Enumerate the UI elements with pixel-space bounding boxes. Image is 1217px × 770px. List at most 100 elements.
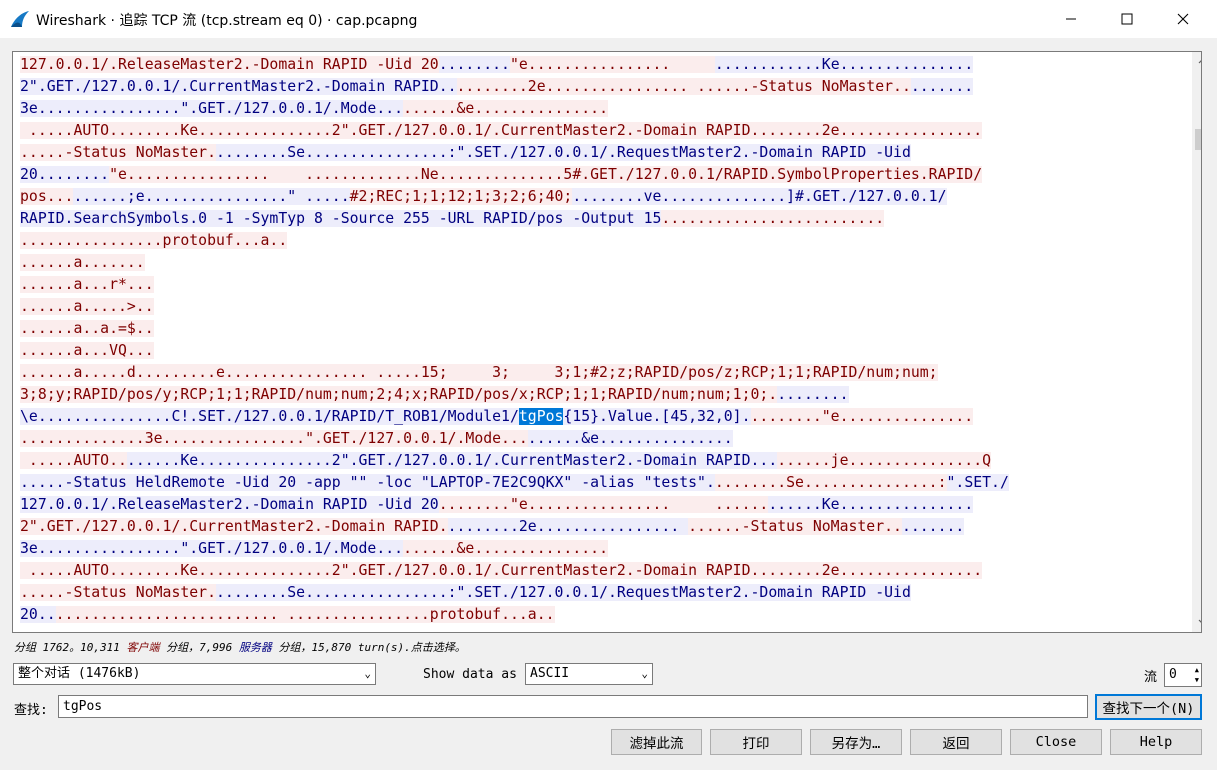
client-segment: .....-Status NoMaster. <box>20 584 216 601</box>
chevron-down-icon <box>1198 619 1201 624</box>
stream-line[interactable]: ......a...VQ... <box>20 340 1180 362</box>
find-label: 查找: <box>14 703 48 718</box>
stream-line[interactable]: 20........"e................ ...........… <box>20 164 1180 186</box>
client-segment: ........2e................ ......-Status… <box>456 78 911 95</box>
stream-line[interactable]: 2".GET./127.0.0.1/.CurrentMaster2.-Domai… <box>20 76 1180 98</box>
close-button[interactable]: Close <box>1010 729 1102 755</box>
client-segment: ......a.....d.........e................ … <box>20 364 938 381</box>
maximize-button[interactable] <box>1104 0 1150 38</box>
conversation-select[interactable]: 整个对话 (1476kB) ⌄ <box>13 663 376 685</box>
stream-line[interactable]: \e...............C!.SET./127.0.0.1/RAPID… <box>20 406 1180 428</box>
find-input[interactable]: tgPos <box>58 695 1088 718</box>
chevron-up-icon <box>1198 59 1201 64</box>
stream-line[interactable]: 20........................... ..........… <box>20 604 1180 626</box>
server-segment: ....... <box>901 518 965 535</box>
server-segment: ........Se................:".SET./127.0.… <box>216 144 911 161</box>
spin-up-icon[interactable]: ▲ <box>1195 666 1199 675</box>
stream-line[interactable]: 3e................".GET./127.0.0.1/.Mode… <box>20 98 1180 120</box>
minimize-button[interactable] <box>1048 0 1094 38</box>
client-segment: .....-Status NoMaster. <box>20 144 216 161</box>
scroll-thumb[interactable] <box>1195 129 1201 150</box>
show-data-select[interactable]: ASCII ⌄ <box>525 663 653 685</box>
stream-line[interactable]: RAPID.SearchSymbols.0 -1 -SymTyp 8 -Sour… <box>20 208 1180 230</box>
server-segment: {15}.Value.[45,32,0]. <box>563 408 751 425</box>
stream-line[interactable]: .....-Status NoMaster.........Se........… <box>20 582 1180 604</box>
server-segment: ......&e............... <box>527 430 733 447</box>
stream-number-value: 0 <box>1169 667 1177 682</box>
back-button[interactable]: 返回 <box>910 729 1002 755</box>
client-segment: "e................ <box>509 56 715 73</box>
client-segment: ........"e............... <box>750 408 974 425</box>
stream-number-label: 流 <box>1144 670 1158 685</box>
chevron-down-icon: ⌄ <box>641 667 648 680</box>
client-segment: ......a...VQ... <box>20 342 154 359</box>
stream-content-pane[interactable]: 127.0.0.1/.ReleaseMaster2.-Domain RAPID … <box>12 51 1202 633</box>
close-icon <box>1177 13 1189 25</box>
stream-line[interactable]: .....AUTO........Ke...............2".GET… <box>20 560 1180 582</box>
find-next-button[interactable]: 查找下一个(N) <box>1095 694 1202 720</box>
server-segment: 20.. <box>20 606 56 623</box>
status-mid: 分组，7,996 <box>159 641 239 654</box>
client-segment: "e................ .............Ne......… <box>109 166 983 183</box>
server-segment: ........2e................ <box>447 518 689 535</box>
client-segment: ......a....... <box>20 254 145 271</box>
stream-line[interactable]: ......a.....>.. <box>20 296 1180 318</box>
server-segment: ............Ke............... <box>714 56 974 73</box>
server-segment: ......;e................" ..... <box>73 188 350 205</box>
filter-out-stream-button[interactable]: 滤掉此流 <box>611 729 702 755</box>
client-segment: .....AUTO........Ke...............2".GET… <box>20 122 983 139</box>
stream-line[interactable]: ......a.....d.........e................ … <box>20 362 1180 384</box>
client-segment: 127.0.0.1/.ReleaseMaster2.-Domain RAPID … <box>20 56 439 73</box>
title-bar: Wireshark · 追踪 TCP 流 (tcp.stream eq 0) ·… <box>0 0 1217 38</box>
client-segment: ......................... ..............… <box>55 606 555 623</box>
stream-line[interactable]: .....-Status NoMaster.........Se........… <box>20 142 1180 164</box>
print-button[interactable]: 打印 <box>710 729 802 755</box>
stream-line[interactable]: .....AUTO........Ke...............2".GET… <box>20 120 1180 142</box>
stream-line[interactable]: ..............3e................".GET./1… <box>20 428 1180 450</box>
stream-line[interactable]: ......a....... <box>20 252 1180 274</box>
stream-line[interactable]: ......a...r*... <box>20 274 1180 296</box>
save-as-button[interactable]: 另存为… <box>810 729 902 755</box>
minimize-icon <box>1066 18 1076 20</box>
close-window-button[interactable] <box>1160 0 1206 38</box>
status-client-label: 客户端 <box>126 641 160 654</box>
scroll-down-button[interactable] <box>1192 613 1201 631</box>
server-segment: 20........ <box>20 166 110 183</box>
client-segment: ......&e............... <box>403 100 608 117</box>
client-segment: ......-Status NoMaster.. <box>688 518 902 535</box>
stream-number-spinbox[interactable]: 0 ▲ ▼ <box>1164 663 1202 687</box>
stream-line[interactable]: 2".GET./127.0.0.1/.CurrentMaster2.-Domai… <box>20 516 1180 538</box>
help-button[interactable]: Help <box>1110 729 1202 755</box>
server-segment: ".SET./ <box>946 474 1009 491</box>
stream-text[interactable]: 127.0.0.1/.ReleaseMaster2.-Domain RAPID … <box>20 54 1180 626</box>
client-segment: ........"e................ ...... <box>438 496 769 513</box>
stream-line[interactable]: 127.0.0.1/.ReleaseMaster2.-Domain RAPID … <box>20 54 1180 76</box>
stream-line[interactable]: 3;8;y;RAPID/pos/y;RCP;1;1;RAPID/num;num;… <box>20 384 1180 406</box>
window-title: Wireshark · 追踪 TCP 流 (tcp.stream eq 0) ·… <box>36 13 418 29</box>
client-segment: ..............3e................".GET./1… <box>20 430 528 447</box>
stream-status-line: 分组 1762。10,311 客户端 分组，7,996 服务器 分组，15,87… <box>14 639 466 655</box>
stream-line[interactable]: ................protobuf...a.. <box>20 230 1180 252</box>
server-segment: ........ <box>438 56 510 73</box>
stream-line[interactable]: 3e................".GET./127.0.0.1/.Mode… <box>20 538 1180 560</box>
status-prefix: 分组 1762。10,311 <box>14 641 127 654</box>
spin-down-icon[interactable]: ▼ <box>1195 676 1199 685</box>
server-segment: RAPID.SearchSymbols.0 -1 -SymTyp 8 -Sour… <box>20 210 662 227</box>
client-segment: ................protobuf...a.. <box>20 232 288 249</box>
stream-line[interactable]: .....AUTO........Ke...............2".GET… <box>20 450 1180 472</box>
server-segment: 127.0.0.1/.ReleaseMaster2.-Domain RAPID … <box>20 496 439 513</box>
scroll-up-button[interactable] <box>1192 52 1201 70</box>
server-segment: ....... <box>910 78 974 95</box>
maximize-icon <box>1121 13 1133 25</box>
client-segment: pos... <box>20 188 74 205</box>
chevron-down-icon: ⌄ <box>364 667 371 680</box>
conversation-select-value: 整个对话 (1476kB) <box>18 666 141 681</box>
stream-line[interactable]: .....-Status HeldRemote -Uid 20 -app "" … <box>20 472 1180 494</box>
client-segment: ......je...............Q <box>777 452 992 469</box>
client-segment: ........Se...............: <box>714 474 947 491</box>
client-segment: .....AUTO........Ke...............2".GET… <box>20 562 983 579</box>
stream-line[interactable]: 127.0.0.1/.ReleaseMaster2.-Domain RAPID … <box>20 494 1180 516</box>
stream-line[interactable]: ......a..a.=$.. <box>20 318 1180 340</box>
stream-line[interactable]: pos.........;e................" .....#2;… <box>20 186 1180 208</box>
vertical-scrollbar[interactable] <box>1192 52 1201 632</box>
